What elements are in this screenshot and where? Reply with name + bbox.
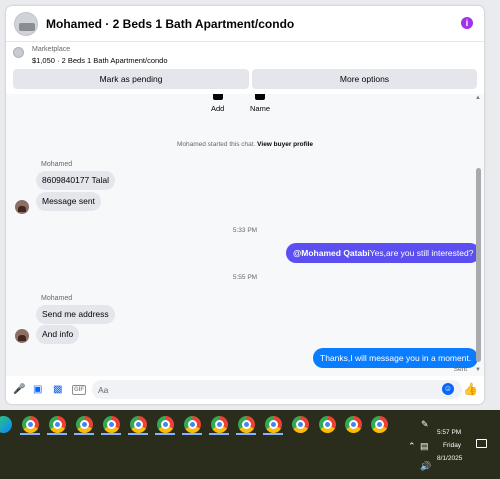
view-buyer-profile-link[interactable]: View buyer profile (257, 141, 313, 148)
incoming-message[interactable]: And info (36, 325, 80, 344)
chrome-icon[interactable] (130, 416, 147, 433)
taskbar-active-indicator (20, 433, 40, 435)
chevron-up-icon[interactable]: ⌃ (408, 441, 416, 452)
scrollbar-thumb[interactable] (476, 168, 481, 362)
thumbs-up-icon[interactable]: 👍 (463, 382, 478, 396)
incoming-message[interactable]: Send me address (36, 305, 115, 324)
chrome-icon[interactable] (22, 416, 39, 433)
chat-header: Mohamed · 2 Beds 1 Bath Apartment/condo … (6, 6, 484, 42)
name-label: Name (250, 104, 271, 113)
name-action[interactable]: Name (250, 94, 270, 113)
mark-as-pending-button[interactable]: Mark as pending (13, 69, 249, 89)
taskbar: ✎ ⌃ ▤ 🔊 5:57 PM Friday 8/1/2025 (0, 410, 500, 479)
taskbar-active-indicator (236, 433, 256, 435)
taskbar-app-icon[interactable] (0, 416, 12, 433)
mention[interactable]: @Mohamed Qatabi (293, 248, 370, 258)
scroll-down-arrow[interactable]: ▼ (475, 367, 481, 373)
sender-name: Mohamed (41, 161, 73, 168)
chat-window: Mohamed · 2 Beds 1 Bath Apartment/condo … (6, 6, 484, 404)
chrome-icon[interactable] (371, 416, 388, 433)
message-status: Sent (453, 366, 467, 373)
taskbar-active-indicator (155, 433, 175, 435)
message-list[interactable]: Add Name Mohamed started this chat. View… (6, 94, 484, 376)
sticker-icon[interactable]: ▩ (53, 384, 62, 396)
marketplace-label: Marketplace (32, 46, 71, 53)
chrome-icon[interactable] (184, 416, 201, 433)
taskbar-active-indicator (209, 433, 229, 435)
chrome-icon[interactable] (49, 416, 66, 433)
composer: 🎤 ▣ ▩ GIF ☺ 👍 (6, 376, 484, 404)
outgoing-message-text: Yes,are you still interested? (369, 248, 474, 258)
chrome-icon[interactable] (292, 416, 309, 433)
add-label: Add (211, 104, 225, 113)
taskbar-active-indicator (101, 433, 121, 435)
clock-day[interactable]: Friday (443, 442, 461, 449)
volume-icon[interactable]: 🔊 (420, 461, 431, 472)
add-icon (212, 94, 223, 100)
chrome-icon[interactable] (319, 416, 336, 433)
pen-icon[interactable]: ✎ (421, 419, 429, 430)
name-icon (255, 94, 265, 100)
timestamp: 5:55 PM (232, 274, 258, 281)
chrome-icon[interactable] (265, 416, 282, 433)
taskbar-active-indicator (128, 433, 148, 435)
taskbar-active-indicator (263, 433, 283, 435)
listing-panel: Marketplace $1,050 · 2 Beds 1 Bath Apart… (6, 43, 484, 93)
notification-icon[interactable] (476, 439, 487, 448)
gif-icon[interactable]: GIF (72, 385, 86, 395)
sender-name: Mohamed (41, 295, 73, 302)
chrome-icon[interactable] (238, 416, 255, 433)
taskbar-active-indicator (47, 433, 67, 435)
scroll-up-arrow[interactable]: ▲ (475, 95, 481, 101)
timestamp: 5:33 PM (232, 227, 258, 234)
incoming-message[interactable]: Message sent (36, 192, 101, 211)
incoming-message[interactable]: 8609840177 Talal (36, 171, 115, 190)
image-icon[interactable]: ▣ (33, 384, 42, 396)
info-icon[interactable]: i (461, 17, 473, 29)
outgoing-message[interactable]: @Mohamed QatabiYes,are you still interes… (286, 243, 481, 263)
emoji-icon[interactable]: ☺ (442, 383, 454, 395)
sender-avatar[interactable] (15, 329, 29, 343)
taskbar-active-indicator (182, 433, 202, 435)
chat-started-text: Mohamed started this chat. (176, 141, 258, 148)
network-icon[interactable]: ▤ (420, 441, 429, 452)
chrome-icon[interactable] (211, 416, 228, 433)
taskbar-active-indicator (74, 433, 94, 435)
chrome-icon[interactable] (157, 416, 174, 433)
listing-avatar[interactable] (14, 11, 38, 36)
more-options-button[interactable]: More options (252, 69, 477, 89)
message-input[interactable] (92, 380, 462, 399)
microphone-icon[interactable]: 🎤 (13, 384, 25, 396)
listing-summary[interactable]: $1,050 · 2 Beds 1 Bath Apartment/condo (32, 56, 168, 65)
sender-avatar[interactable] (15, 200, 29, 214)
add-action[interactable]: Add (211, 94, 224, 113)
chat-started-note: Mohamed started this chat. View buyer pr… (6, 141, 484, 148)
outgoing-message[interactable]: Thanks,I will message you in a moment. (313, 348, 479, 368)
clock-time[interactable]: 5:57 PM (437, 429, 461, 436)
chrome-icon[interactable] (345, 416, 362, 433)
clock-date[interactable]: 8/1/2025 (437, 455, 462, 462)
chrome-icon[interactable] (76, 416, 93, 433)
chrome-icon[interactable] (103, 416, 120, 433)
chat-title[interactable]: Mohamed · 2 Beds 1 Bath Apartment/condo (46, 17, 294, 31)
marketplace-thumbnail (13, 47, 24, 58)
